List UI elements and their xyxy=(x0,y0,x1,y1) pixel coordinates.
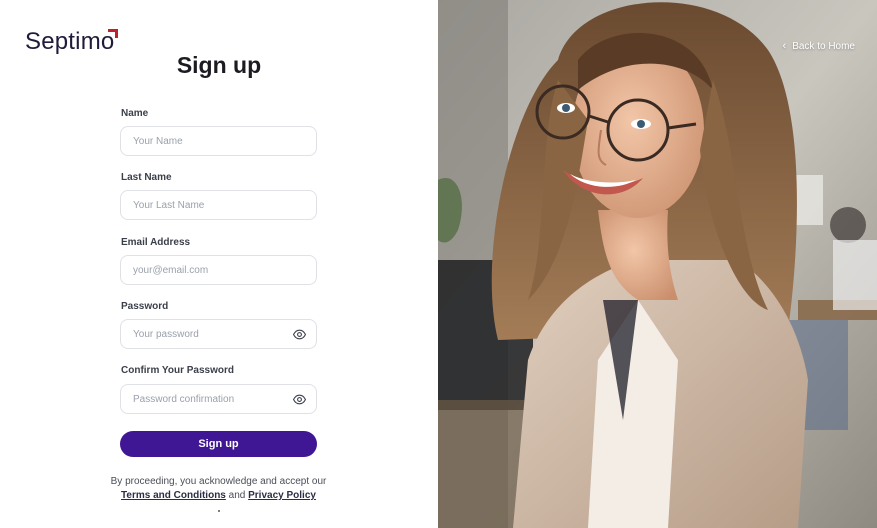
privacy-link[interactable]: Privacy Policy xyxy=(248,490,316,501)
last-name-placeholder: Your Last Name xyxy=(133,200,205,211)
confirm-password-placeholder: Password confirmation xyxy=(133,394,235,405)
name-placeholder: Your Name xyxy=(133,136,183,147)
password-label: Password xyxy=(121,301,169,312)
page-title: Sign up xyxy=(176,52,262,78)
eye-icon[interactable] xyxy=(293,393,306,406)
email-placeholder: your@email.com xyxy=(133,265,209,276)
name-input[interactable]: Your Name xyxy=(120,126,317,156)
legal-and: and xyxy=(228,490,246,501)
email-label: Email Address xyxy=(121,237,191,248)
logo-accent-icon xyxy=(108,29,119,38)
divider-dot xyxy=(218,510,220,512)
signup-panel: Septimo Sign up Name Your Name Last Name… xyxy=(0,0,438,528)
confirm-password-input[interactable]: Password confirmation xyxy=(120,384,317,414)
password-placeholder: Your password xyxy=(133,329,199,340)
password-input[interactable]: Your password xyxy=(120,319,317,349)
last-name-label: Last Name xyxy=(121,172,172,183)
legal-prefix: By proceeding, you acknowledge and accep… xyxy=(110,476,327,487)
smiling-woman-photo xyxy=(438,0,877,528)
email-input[interactable]: your@email.com xyxy=(120,255,317,285)
signup-button[interactable]: Sign up xyxy=(120,431,317,457)
legal-text: By proceeding, you acknowledge and accep… xyxy=(110,475,327,503)
name-label: Name xyxy=(121,108,149,119)
last-name-input[interactable]: Your Last Name xyxy=(120,190,317,220)
eye-icon[interactable] xyxy=(293,328,306,341)
hero-image-panel: ‹ Back to Home xyxy=(438,0,877,528)
confirm-password-label: Confirm Your Password xyxy=(121,365,234,376)
back-to-home-label: Back to Home xyxy=(792,40,855,52)
terms-link[interactable]: Terms and Conditions xyxy=(121,490,226,501)
back-to-home-link[interactable]: ‹ Back to Home xyxy=(783,40,855,52)
chevron-left-icon: ‹ xyxy=(782,40,787,52)
